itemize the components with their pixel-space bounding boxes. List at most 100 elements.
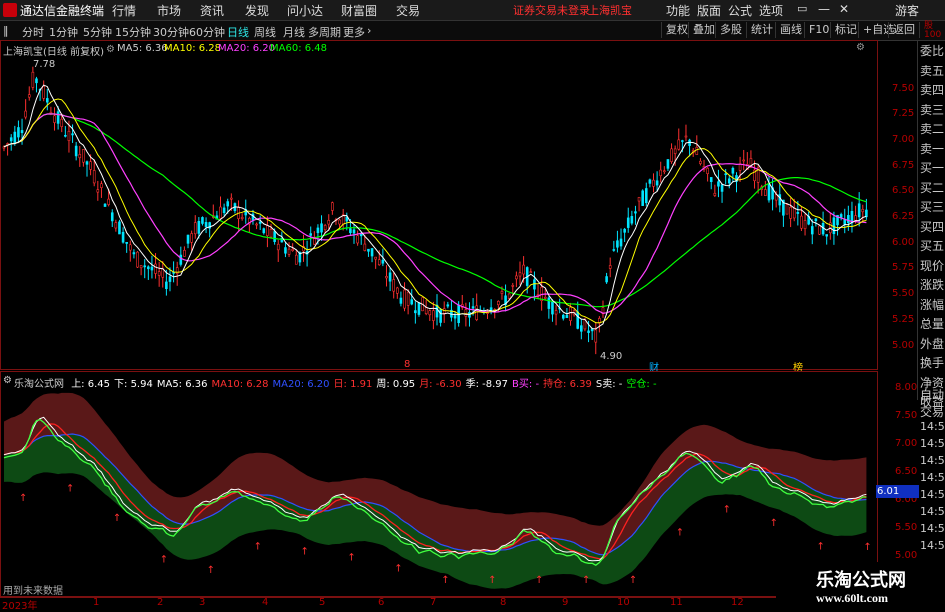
candle-body bbox=[291, 248, 294, 251]
menu-formula[interactable]: 公式 bbox=[728, 2, 752, 19]
side-auto-label[interactable]: 自动 bbox=[920, 386, 945, 403]
candle-body bbox=[464, 309, 468, 317]
tab-30min[interactable]: 30分钟 bbox=[153, 24, 189, 40]
candle-body bbox=[406, 291, 410, 306]
tab-1min[interactable]: 1分钟 bbox=[49, 24, 78, 40]
candle-body bbox=[857, 203, 861, 218]
menu-function[interactable]: 功能 bbox=[666, 2, 690, 19]
candle-body bbox=[143, 265, 147, 268]
tab-monthly[interactable]: 月线 bbox=[283, 24, 305, 40]
buy-arrow-icon: ↑ bbox=[347, 552, 355, 563]
tab-timeshare[interactable]: 分时 bbox=[22, 24, 44, 40]
menu-ask[interactable]: 问小达 bbox=[287, 2, 323, 19]
tick-time: 14:56 bbox=[920, 505, 945, 518]
menu-quotes[interactable]: 行情 bbox=[112, 2, 136, 19]
minimize-button-icon[interactable]: — bbox=[818, 2, 830, 16]
candle-body bbox=[349, 228, 352, 234]
candle-body bbox=[85, 161, 89, 165]
side-trade-label[interactable]: 交易 bbox=[920, 403, 945, 420]
side-item: 卖四 bbox=[920, 83, 945, 97]
candle-body bbox=[258, 221, 262, 224]
candle-body bbox=[89, 161, 92, 170]
mark-button[interactable]: 标记 bbox=[830, 22, 857, 38]
candle-body bbox=[320, 223, 323, 233]
candle-body bbox=[273, 231, 276, 242]
menu-wealth[interactable]: 财富圈 bbox=[341, 2, 377, 19]
date-axis bbox=[0, 596, 876, 610]
candle-body bbox=[323, 225, 327, 231]
candle-body bbox=[359, 233, 363, 237]
back-button[interactable]: 返回 bbox=[888, 22, 915, 38]
multi-stock-button[interactable]: 多股 bbox=[715, 22, 742, 38]
tab-more[interactable]: 更多 bbox=[343, 24, 365, 40]
candle-body bbox=[71, 133, 74, 136]
candle-body bbox=[713, 192, 717, 196]
overlay-button[interactable]: 叠加 bbox=[688, 22, 715, 38]
menu-trade[interactable]: 交易 bbox=[396, 2, 420, 19]
candle-body bbox=[659, 169, 663, 177]
price-tick: 6.75 bbox=[892, 160, 915, 171]
candle-body bbox=[27, 94, 31, 98]
guest-label[interactable]: 游客 bbox=[895, 2, 919, 19]
candle-body bbox=[727, 178, 731, 184]
minimize-icon[interactable]: ▭ bbox=[797, 2, 807, 15]
menu-discover[interactable]: 发现 bbox=[245, 2, 269, 19]
fq-button[interactable]: 复权 bbox=[661, 22, 688, 38]
kline-chart[interactable] bbox=[0, 40, 876, 368]
candle-body bbox=[201, 217, 204, 224]
ma10-line bbox=[3, 98, 867, 324]
tab-weekly[interactable]: 周线 bbox=[254, 24, 276, 40]
menu-layout[interactable]: 版面 bbox=[697, 2, 721, 19]
candle-body bbox=[110, 212, 114, 222]
candle-body bbox=[522, 264, 525, 275]
tab-daily[interactable]: 日线 bbox=[227, 24, 249, 40]
candle-body bbox=[637, 197, 641, 202]
candle-body bbox=[576, 311, 580, 329]
sub-price-tick: 5.50 bbox=[895, 522, 918, 533]
date-tick: 5 bbox=[319, 597, 326, 608]
tab-5min[interactable]: 5分钟 bbox=[83, 24, 112, 40]
close-icon[interactable]: ✕ bbox=[839, 2, 849, 16]
candle-body bbox=[367, 248, 370, 252]
stats-button[interactable]: 统计 bbox=[746, 22, 773, 38]
tab-15min[interactable]: 15分钟 bbox=[115, 24, 151, 40]
candle-body bbox=[453, 315, 457, 319]
candle-body bbox=[767, 184, 771, 201]
candle-body bbox=[118, 221, 121, 235]
date-tick: 3 bbox=[199, 597, 206, 608]
candle-body bbox=[150, 266, 154, 271]
candle-body bbox=[720, 184, 724, 192]
indicator-chart[interactable]: ↑ ↑ ↑ ↑ ↑ ↑ ↑ ↑ ↑ ↑ ↑ ↑ ↑ ↑ ↑ ↑ ↑ ↑ ↑ bbox=[0, 371, 876, 596]
draw-line-button[interactable]: 画线 bbox=[775, 22, 802, 38]
candle-body bbox=[590, 328, 594, 332]
date-tick: 2023年 bbox=[2, 601, 38, 612]
candle-body bbox=[219, 206, 222, 219]
candle-body bbox=[74, 145, 78, 157]
login-notice[interactable]: 证券交易未登录 bbox=[513, 2, 590, 18]
date-tick: 4 bbox=[262, 597, 269, 608]
candle-body bbox=[681, 140, 684, 142]
buy-arrow-icon: ↑ bbox=[66, 483, 74, 494]
menu-news[interactable]: 资讯 bbox=[200, 2, 224, 19]
candle-body bbox=[222, 207, 226, 214]
candle-body bbox=[626, 217, 630, 228]
candle-body bbox=[847, 215, 850, 223]
candle-body bbox=[796, 211, 800, 214]
f10-button[interactable]: F10 bbox=[804, 22, 829, 38]
candle-body bbox=[594, 329, 598, 343]
candle-body bbox=[818, 225, 821, 235]
tab-multi-period[interactable]: 多周期 bbox=[308, 24, 341, 40]
candle-body bbox=[128, 244, 132, 251]
menu-market[interactable]: 市场 bbox=[157, 2, 181, 19]
candle-body bbox=[507, 293, 511, 299]
candle-body bbox=[165, 281, 168, 290]
candle-body bbox=[785, 204, 789, 215]
candle-body bbox=[865, 209, 868, 218]
candle-body bbox=[356, 235, 359, 244]
chevron-right-icon[interactable]: › bbox=[367, 24, 371, 37]
menu-options[interactable]: 选项 bbox=[759, 2, 783, 19]
buy-arrow-icon: ↑ bbox=[676, 527, 684, 538]
tick-time: 14:56 bbox=[920, 437, 945, 450]
price-tick: 5.75 bbox=[892, 262, 915, 273]
tab-60min[interactable]: 60分钟 bbox=[189, 24, 225, 40]
